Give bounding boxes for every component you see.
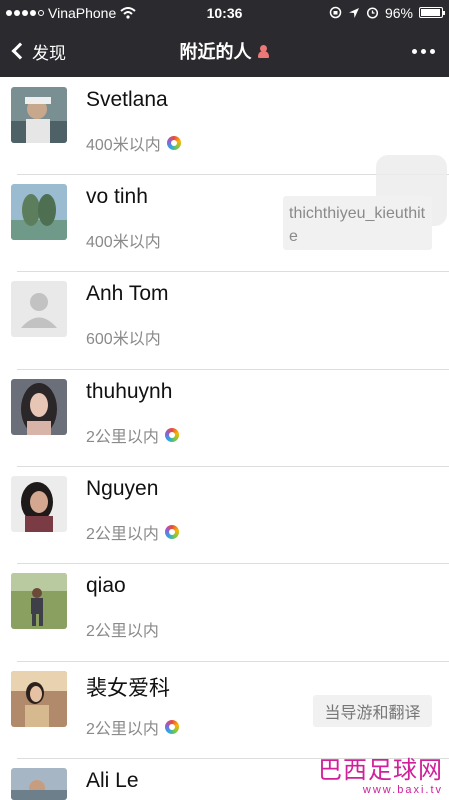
person-name: Ali Le (86, 769, 139, 792)
status-bar: VinaPhone 10:36 96% (0, 0, 449, 25)
avatar (11, 573, 67, 629)
person-name: 裴女爱科 (86, 677, 170, 700)
more-dot-icon (430, 48, 435, 54)
distance-wrap: 2公里以内 (86, 715, 179, 739)
moments-icon (166, 136, 181, 150)
battery-icon (419, 7, 445, 18)
wifi-icon (120, 6, 136, 19)
watermark-text: 巴西足球网 (318, 756, 443, 784)
moments-icon (164, 525, 179, 539)
distance-wrap: 2公里以内 (86, 617, 159, 641)
moments-icon (164, 720, 179, 734)
list-item[interactable]: thuhuynh 2公里以内 (0, 369, 449, 466)
nav-bar: 发现 附近的人 (0, 25, 449, 77)
female-filter-icon (256, 44, 270, 58)
distance-wrap: 400米以内 (86, 228, 161, 252)
alarm-icon (366, 7, 379, 19)
signal-strength-icon (6, 9, 44, 16)
distance-label: 2公里以内 (86, 721, 159, 738)
more-dot-icon (421, 48, 426, 54)
person-name: thuhuynh (86, 380, 173, 403)
status-time: 10:36 (206, 4, 243, 21)
distance-wrap: 400米以内 (86, 131, 181, 155)
person-name: Anh Tom (86, 282, 169, 305)
distance-wrap: 2公里以内 (86, 520, 179, 544)
moments-icon (164, 428, 179, 442)
avatar (11, 476, 67, 532)
distance-label: 2公里以内 (86, 526, 159, 543)
distance-label: 400米以内 (86, 137, 161, 154)
avatar (11, 379, 67, 435)
status-left: VinaPhone (6, 5, 176, 21)
list-item[interactable]: qiao 2公里以内 (0, 563, 449, 660)
distance-label: 600米以内 (86, 331, 161, 348)
person-name: Nguyen (86, 477, 159, 500)
avatar (11, 671, 67, 727)
list-item[interactable]: Anh Tom 600米以内 (0, 271, 449, 368)
signature-badge: 当导游和翻译 (313, 695, 432, 727)
more-dot-icon (412, 48, 417, 54)
avatar (11, 768, 67, 800)
person-name: vo tinh (86, 185, 148, 208)
username-overlay: thichthiyeu_kieuthite (283, 196, 432, 250)
person-name: qiao (86, 574, 126, 597)
distance-wrap: 2公里以内 (86, 423, 179, 447)
more-button[interactable] (412, 25, 435, 77)
watermark: 巴西足球网 www.baxi.tv (303, 757, 443, 797)
distance-label: 2公里以内 (86, 623, 159, 640)
rotation-lock-icon (329, 6, 342, 19)
distance-label: 400米以内 (86, 234, 161, 251)
watermark-url: www.baxi.tv (362, 784, 443, 796)
distance-wrap: 600米以内 (86, 325, 161, 349)
battery-fill (421, 9, 441, 16)
page-title-wrap: 附近的人 (0, 25, 449, 77)
default-avatar-icon (11, 281, 67, 337)
avatar (11, 184, 67, 240)
status-right: 96% (273, 4, 445, 21)
carrier-label: VinaPhone (48, 4, 117, 21)
location-icon (348, 7, 359, 18)
list-item[interactable]: Nguyen 2公里以内 (0, 466, 449, 563)
battery-percent: 96% (384, 4, 413, 21)
distance-label: 2公里以内 (86, 429, 159, 446)
page-title: 附近的人 (179, 42, 252, 62)
avatar (11, 87, 67, 143)
person-name: Svetlana (86, 88, 168, 111)
